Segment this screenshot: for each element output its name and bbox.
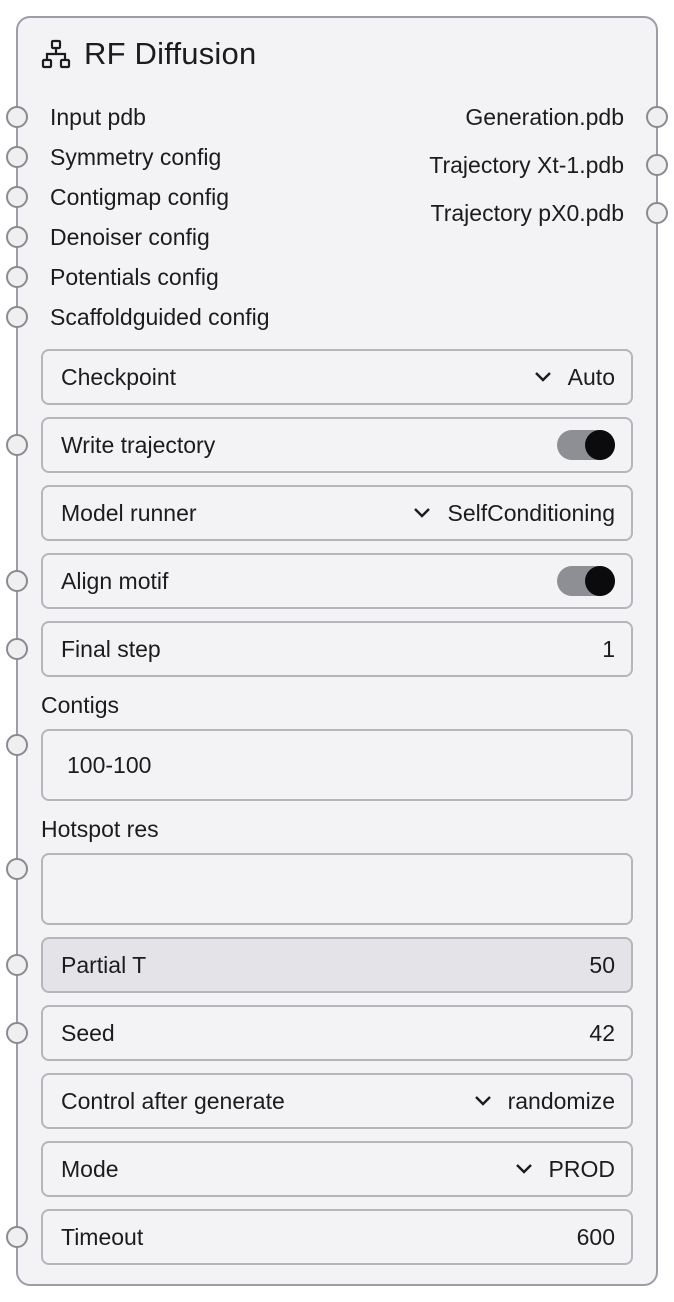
node-header: RF Diffusion: [40, 34, 256, 74]
input-label-symmetry-config: Symmetry config: [50, 144, 222, 170]
checkpoint-value: Auto: [567, 363, 615, 390]
seed-label: Seed: [61, 1019, 115, 1046]
widget-port-align-motif[interactable]: [6, 570, 28, 592]
partial-t-value: 50: [589, 951, 615, 978]
output-label-generation-pdb: Generation.pdb: [465, 104, 624, 130]
input-port-input-pdb[interactable]: [6, 106, 28, 128]
output-label-trajectory-px0: Trajectory pX0.pdb: [430, 200, 624, 226]
input-port-contigmap-config[interactable]: [6, 186, 28, 208]
model-runner-select[interactable]: Model runner SelfConditioning: [41, 485, 633, 541]
checkpoint-label: Checkpoint: [61, 363, 177, 390]
partial-t-field[interactable]: Partial T 50: [41, 937, 633, 993]
chevron-down-icon: [534, 372, 551, 382]
align-motif-label: Align motif: [61, 567, 169, 594]
seed-field[interactable]: Seed 42: [41, 1005, 633, 1061]
toggle-knob: [585, 430, 615, 460]
timeout-label: Timeout: [61, 1223, 144, 1250]
contigs-value: 100-100: [67, 751, 152, 778]
mode-select[interactable]: Mode PROD: [41, 1141, 633, 1197]
input-port-potentials-config[interactable]: [6, 266, 28, 288]
input-port-scaffoldguided-config[interactable]: [6, 306, 28, 328]
output-port-generation-pdb[interactable]: [646, 106, 668, 128]
chevron-down-icon: [414, 508, 431, 518]
input-label-scaffoldguided-config: Scaffoldguided config: [50, 304, 270, 330]
model-runner-value: SelfConditioning: [447, 499, 615, 526]
contigs-label: Contigs: [41, 692, 119, 718]
input-label-potentials-config: Potentials config: [50, 264, 219, 290]
final-step-field[interactable]: Final step 1: [41, 621, 633, 677]
hierarchy-icon: [41, 39, 71, 69]
write-trajectory-label: Write trajectory: [61, 431, 216, 458]
widget-port-hotspot-res[interactable]: [6, 858, 28, 880]
chevron-down-icon: [515, 1164, 532, 1174]
control-after-generate-select[interactable]: Control after generate randomize: [41, 1073, 633, 1129]
checkpoint-select[interactable]: Checkpoint Auto: [41, 349, 633, 405]
output-port-trajectory-xt-1[interactable]: [646, 154, 668, 176]
align-motif-row: Align motif: [41, 553, 633, 609]
hotspot-res-label: Hotspot res: [41, 816, 159, 842]
mode-label: Mode: [61, 1155, 119, 1182]
align-motif-toggle[interactable]: [557, 566, 615, 596]
hotspot-res-textarea[interactable]: [41, 853, 633, 925]
final-step-label: Final step: [61, 635, 161, 662]
control-after-generate-label: Control after generate: [61, 1087, 285, 1114]
seed-value: 42: [589, 1019, 615, 1046]
widget-port-seed[interactable]: [6, 1022, 28, 1044]
model-runner-label: Model runner: [61, 499, 197, 526]
input-label-denoiser-config: Denoiser config: [50, 224, 210, 250]
write-trajectory-toggle[interactable]: [557, 430, 615, 460]
input-label-input-pdb: Input pdb: [50, 104, 146, 130]
chevron-down-icon: [474, 1096, 491, 1106]
widget-port-final-step[interactable]: [6, 638, 28, 660]
widget-port-write-trajectory[interactable]: [6, 434, 28, 456]
output-label-trajectory-xt-1: Trajectory Xt-1.pdb: [429, 152, 624, 178]
widget-port-timeout[interactable]: [6, 1226, 28, 1248]
toggle-knob: [585, 566, 615, 596]
partial-t-label: Partial T: [61, 951, 147, 978]
write-trajectory-row: Write trajectory: [41, 417, 633, 473]
widget-port-contigs[interactable]: [6, 734, 28, 756]
input-port-symmetry-config[interactable]: [6, 146, 28, 168]
widget-port-partial-t[interactable]: [6, 954, 28, 976]
input-port-denoiser-config[interactable]: [6, 226, 28, 248]
contigs-textarea[interactable]: 100-100: [41, 729, 633, 801]
output-port-trajectory-px0[interactable]: [646, 202, 668, 224]
timeout-value: 600: [576, 1223, 615, 1250]
timeout-field[interactable]: Timeout 600: [41, 1209, 633, 1265]
control-after-generate-value: randomize: [507, 1087, 615, 1114]
final-step-value: 1: [602, 635, 615, 662]
node-title: RF Diffusion: [84, 36, 257, 71]
input-label-contigmap-config: Contigmap config: [50, 184, 229, 210]
mode-value: PROD: [548, 1155, 615, 1182]
